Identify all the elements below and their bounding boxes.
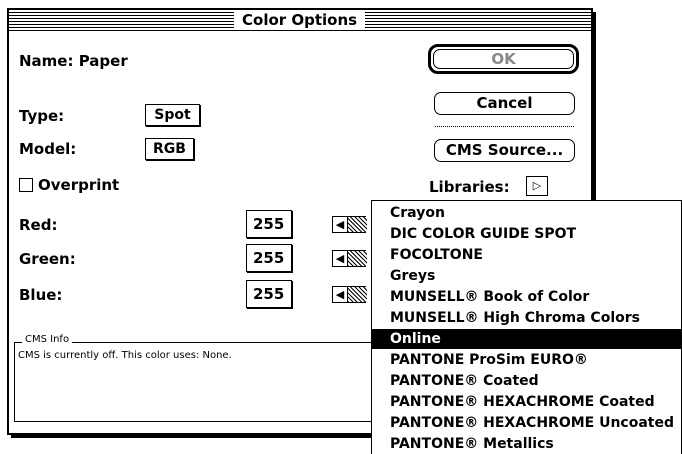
green-label: Green: xyxy=(19,250,76,268)
libraries-label: Libraries: xyxy=(429,178,510,196)
overprint-label[interactable]: Overprint xyxy=(38,176,119,194)
menu-item-pantone-hexachrome-coated[interactable]: PANTONE® HEXACHROME Coated xyxy=(372,392,681,412)
model-label: Model: xyxy=(19,140,77,158)
type-popup[interactable]: Spot xyxy=(145,104,200,126)
overprint-checkbox[interactable] xyxy=(19,178,33,192)
model-popup[interactable]: RGB xyxy=(145,138,194,160)
menu-item-pantone-hexachrome-uncoated[interactable]: PANTONE® HEXACHROME Uncoated xyxy=(372,413,681,433)
cancel-button[interactable]: Cancel xyxy=(434,92,575,115)
ok-button-ring: OK xyxy=(428,44,579,74)
left-arrow-icon[interactable]: ◀ xyxy=(333,287,348,302)
menu-item-munsell-book[interactable]: MUNSELL® Book of Color xyxy=(372,287,681,307)
menu-item-focoltone[interactable]: FOCOLTONE xyxy=(372,245,681,265)
cms-info-text: CMS is currently off. This color uses: N… xyxy=(18,350,232,361)
menu-item-pantone-metallics[interactable]: PANTONE® Metallics xyxy=(372,434,681,454)
menu-item-dic-color-guide-spot[interactable]: DIC COLOR GUIDE SPOT xyxy=(372,224,681,244)
menu-item-greys[interactable]: Greys xyxy=(372,266,681,286)
red-label: Red: xyxy=(19,216,58,234)
slider-thumb[interactable] xyxy=(348,287,367,302)
title-bar[interactable]: Color Options xyxy=(9,10,591,31)
red-field[interactable]: 255 xyxy=(246,210,292,238)
blue-label: Blue: xyxy=(19,286,63,304)
green-slider[interactable]: ◀ xyxy=(332,250,367,267)
name-label: Name: Paper xyxy=(19,52,128,70)
cms-info-legend: CMS Info xyxy=(22,334,73,346)
left-arrow-icon[interactable]: ◀ xyxy=(333,217,348,232)
separator xyxy=(435,126,574,128)
menu-item-online[interactable]: Online xyxy=(372,329,681,349)
menu-item-munsell-high-chroma[interactable]: MUNSELL® High Chroma Colors xyxy=(372,308,681,328)
slider-thumb[interactable] xyxy=(348,217,367,232)
green-field[interactable]: 255 xyxy=(246,244,292,272)
cms-source-button[interactable]: CMS Source... xyxy=(434,139,575,162)
left-arrow-icon[interactable]: ◀ xyxy=(333,251,348,266)
slider-thumb[interactable] xyxy=(348,251,367,266)
libraries-menu: Crayon DIC COLOR GUIDE SPOT FOCOLTONE Gr… xyxy=(371,200,682,454)
menu-item-pantone-coated[interactable]: PANTONE® Coated xyxy=(372,371,681,391)
type-label: Type: xyxy=(19,107,65,125)
blue-slider[interactable]: ◀ xyxy=(332,286,367,303)
menu-item-pantone-prosim-euro[interactable]: PANTONE ProSim EURO® xyxy=(372,350,681,370)
window-title: Color Options xyxy=(234,11,366,29)
blue-field[interactable]: 255 xyxy=(246,280,292,308)
right-triangle-icon[interactable]: ▷ xyxy=(526,176,548,196)
red-slider[interactable]: ◀ xyxy=(332,216,367,233)
ok-button[interactable]: OK xyxy=(433,49,574,69)
menu-item-crayon[interactable]: Crayon xyxy=(372,203,681,223)
